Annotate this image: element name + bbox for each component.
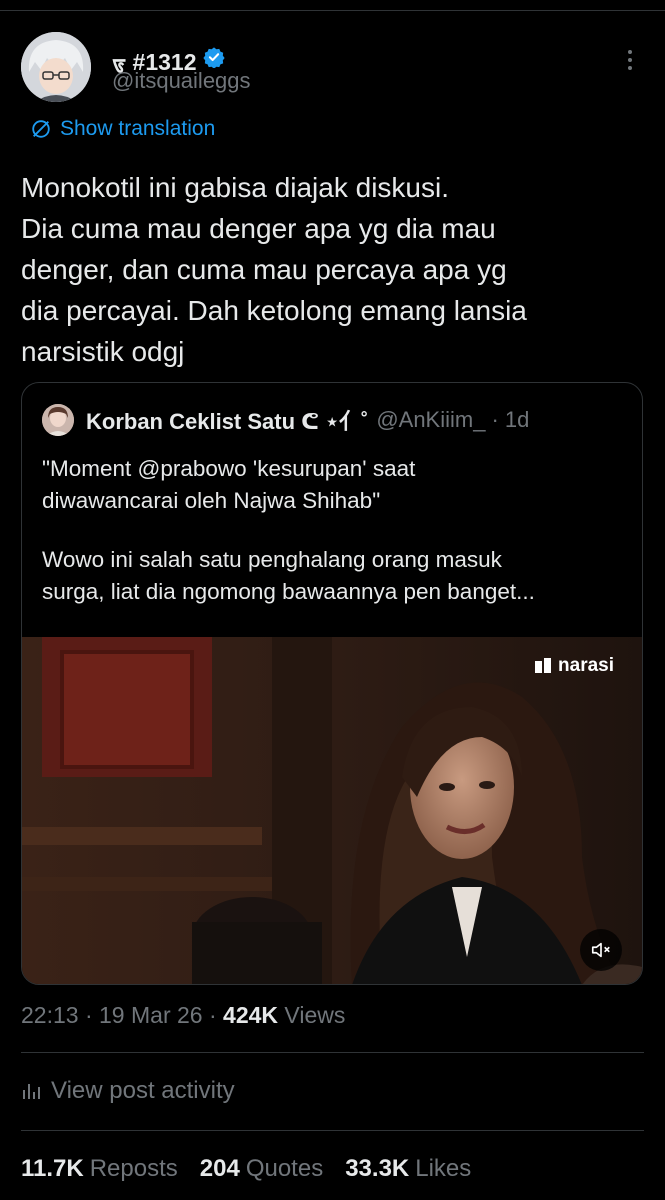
globe-icon: [32, 120, 50, 138]
meta-separator: ·: [78, 1002, 100, 1028]
likes-label: Likes: [415, 1155, 472, 1182]
quoted-text-line: surga, liat dia ngomong bawaannya pen ba…: [42, 579, 535, 604]
bar-chart-icon: [23, 1084, 40, 1099]
quotes-stat[interactable]: 204 Quotes: [200, 1155, 323, 1183]
tweet-text-line: Dia cuma mau denger apa yg dia mau: [21, 213, 496, 244]
reposts-label: Reposts: [89, 1155, 178, 1182]
quoted-text-line: "Moment @prabowo 'kesurupan' saat: [42, 456, 416, 481]
narasi-logo-icon: [535, 658, 552, 673]
video-frame: [22, 637, 642, 984]
quoted-text-line: diwawancarai oleh Najwa Shihab": [42, 488, 381, 513]
show-translation-label: Show translation: [60, 117, 216, 140]
quoted-post-header: Korban Ceklist Satu ᕦ ⋆⺅˚ @AnKiiim_ · 1d: [42, 404, 529, 436]
tweet-text-line: denger, dan cuma mau percaya apa yg: [21, 254, 507, 285]
divider: [21, 1130, 644, 1131]
view-post-activity-link[interactable]: View post activity: [21, 1077, 235, 1105]
tweet-text-line: narsistik odgj: [21, 336, 185, 367]
quoted-post-card[interactable]: Korban Ceklist Satu ᕦ ⋆⺅˚ @AnKiiim_ · 1d…: [21, 382, 643, 985]
likes-count: 33.3K: [345, 1155, 410, 1182]
quoted-text-line: Wowo ini salah satu penghalang orang mas…: [42, 547, 502, 572]
quoted-author-name[interactable]: Korban Ceklist Satu ᕦ ⋆⺅˚: [86, 404, 368, 436]
likes-stat[interactable]: 33.3K Likes: [345, 1155, 471, 1183]
view-post-activity-label: View post activity: [51, 1077, 235, 1104]
top-divider: [0, 10, 665, 11]
reposts-stat[interactable]: 11.7K Reposts: [21, 1155, 178, 1183]
quotes-label: Quotes: [245, 1155, 324, 1182]
narasi-watermark-text: narasi: [558, 655, 614, 676]
narasi-watermark: narasi: [534, 655, 614, 677]
engagement-stats: 11.7K Reposts 204 Quotes 33.3K Likes: [21, 1155, 471, 1183]
views-label: Views: [278, 1002, 346, 1028]
post-meta: 22:13 · 19 Mar 26 · 424K Views: [21, 1002, 345, 1029]
views-count: 424K: [223, 1002, 279, 1028]
divider: [21, 1052, 644, 1053]
more-options-icon[interactable]: [618, 46, 642, 74]
video-media[interactable]: narasi: [22, 637, 642, 984]
reposts-count: 11.7K: [21, 1155, 84, 1182]
show-translation-link[interactable]: Show translation: [30, 117, 215, 141]
author-handle[interactable]: @itsquaileggs: [112, 68, 251, 94]
author-avatar[interactable]: [21, 32, 91, 102]
tweet-text: Monokotil ini gabisa diajak diskusi. Dia…: [21, 167, 631, 372]
quoted-post-time: · 1d: [491, 407, 530, 432]
speaker-muted-icon: [591, 942, 610, 958]
quoted-post-text: "Moment @prabowo 'kesurupan' saat diwawa…: [42, 453, 622, 608]
tweet-text-line: Monokotil ini gabisa diajak diskusi.: [21, 172, 449, 203]
post-date[interactable]: 19 Mar 26: [99, 1002, 203, 1028]
quoted-author-avatar[interactable]: [42, 404, 74, 436]
post-time[interactable]: 22:13: [21, 1002, 79, 1028]
quoted-author-handle[interactable]: @AnKiiim_: [376, 407, 485, 433]
meta-separator: ·: [202, 1002, 224, 1028]
mute-button[interactable]: [580, 929, 622, 971]
quotes-count: 204: [199, 1155, 240, 1182]
tweet-text-line: dia percayai. Dah ketolong emang lansia: [21, 295, 527, 326]
verified-badge-icon: [202, 46, 225, 68]
